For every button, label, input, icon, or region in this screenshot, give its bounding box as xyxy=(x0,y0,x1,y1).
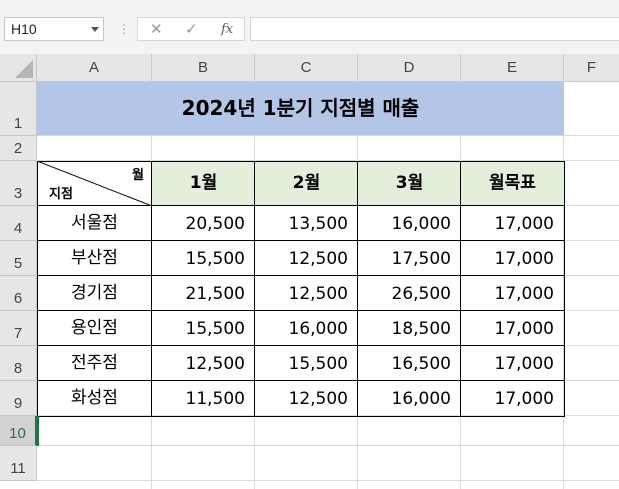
table-border xyxy=(37,275,564,276)
more-options-icon[interactable]: ⋮ xyxy=(118,22,130,36)
gridline xyxy=(37,480,619,481)
row-header-6[interactable]: 6 xyxy=(0,276,37,311)
table-border xyxy=(37,345,564,346)
row-header-11[interactable]: 11 xyxy=(0,446,37,481)
row-header-5[interactable]: 5 xyxy=(0,241,37,276)
table-border xyxy=(357,161,358,416)
sheet-title-cell[interactable]: 2024년 1분기 지점별 매출 xyxy=(37,82,564,135)
gridline xyxy=(37,135,619,136)
table-border xyxy=(37,205,564,206)
row-header-9[interactable]: 9 xyxy=(0,381,37,416)
row-header-2[interactable]: 2 xyxy=(0,136,37,161)
formula-buttons: ✕ ✓ fx xyxy=(137,17,245,41)
column-header-e[interactable]: E xyxy=(461,54,564,82)
insert-function-icon[interactable]: fx xyxy=(221,22,233,37)
select-all-button[interactable] xyxy=(0,54,37,82)
table-border xyxy=(151,161,152,416)
column-header-d[interactable]: D xyxy=(358,54,461,82)
sheet-title: 2024년 1분기 지점별 매출 xyxy=(181,96,420,120)
table-border xyxy=(460,161,461,416)
name-box[interactable]: H10 xyxy=(4,17,104,41)
enter-icon[interactable]: ✓ xyxy=(185,20,198,38)
column-header-c[interactable]: C xyxy=(255,54,358,82)
formula-bar: H10 ⋮ ✕ ✓ fx xyxy=(0,8,619,54)
row-header-4[interactable]: 4 xyxy=(0,206,37,241)
table-border xyxy=(37,310,564,311)
table-border xyxy=(254,161,255,416)
row-header-1[interactable]: 1 xyxy=(0,82,37,136)
table-border xyxy=(37,380,564,381)
row-header-10[interactable]: 10 xyxy=(0,416,37,446)
name-box-value: H10 xyxy=(11,21,37,37)
gridline xyxy=(37,445,619,446)
row-header-8[interactable]: 8 xyxy=(0,346,37,381)
ribbon-edge xyxy=(0,0,619,8)
row-header-7[interactable]: 7 xyxy=(0,311,37,346)
column-header-f[interactable]: F xyxy=(564,54,619,82)
table-border xyxy=(37,161,565,417)
row-header-3[interactable]: 3 xyxy=(0,161,37,206)
column-header-a[interactable]: A xyxy=(37,54,152,82)
chevron-down-icon[interactable] xyxy=(91,27,99,32)
cancel-icon[interactable]: ✕ xyxy=(150,20,163,38)
column-header-b[interactable]: B xyxy=(152,54,255,82)
formula-input[interactable] xyxy=(250,17,619,41)
active-cell-indicator xyxy=(37,416,39,446)
select-all-icon xyxy=(15,60,33,78)
table-border xyxy=(37,240,564,241)
